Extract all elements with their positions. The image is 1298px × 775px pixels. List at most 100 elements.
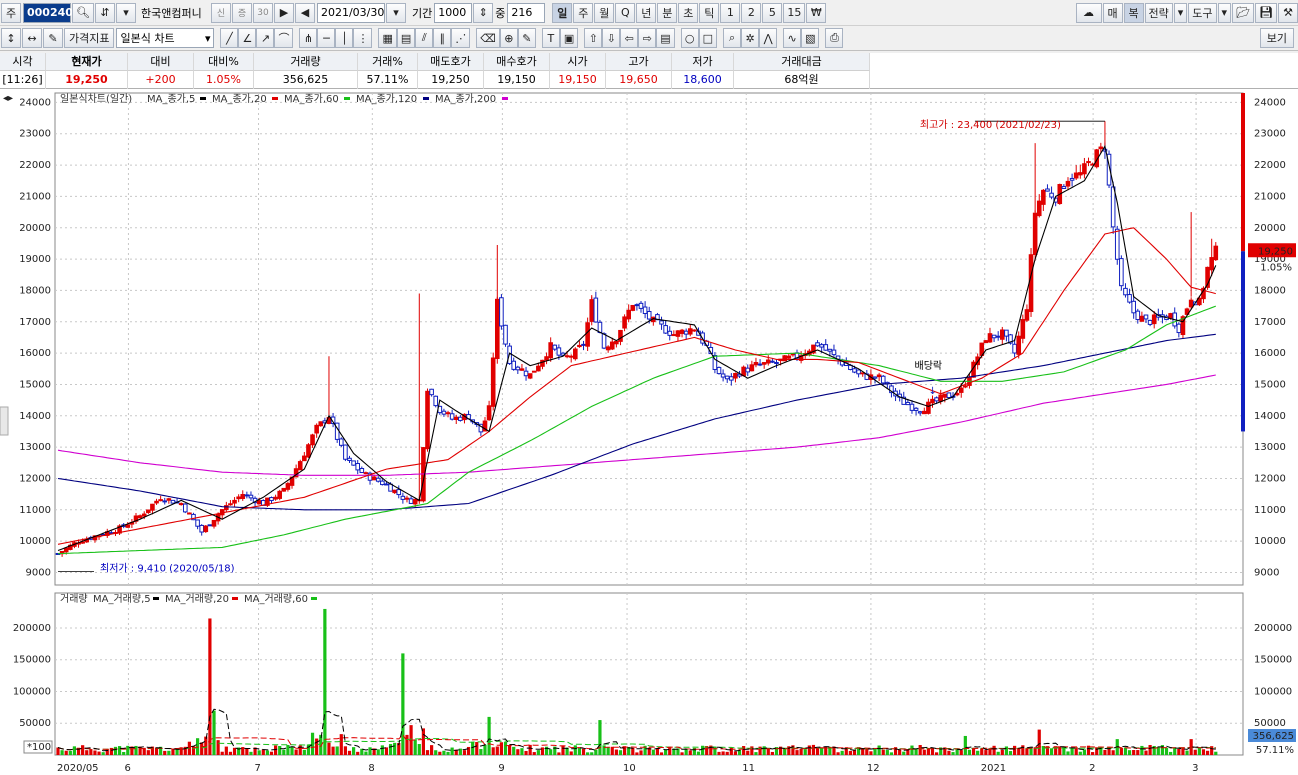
indicator-button[interactable]: 가격지표: [64, 28, 115, 48]
volume-bar: [865, 748, 869, 755]
hline-tool-icon[interactable]: ─: [317, 28, 336, 48]
wrench-icon[interactable]: ⚒: [1278, 2, 1298, 23]
period-button-9[interactable]: 2: [741, 2, 762, 23]
cloud-icon[interactable]: ☁: [1075, 2, 1102, 23]
market-type-button[interactable]: 주: [1, 2, 21, 23]
price-tick-left: 10000: [19, 536, 51, 547]
strategy-button[interactable]: 전략: [1144, 2, 1173, 23]
gann-tool-icon[interactable]: ▤: [396, 28, 416, 48]
arrow-left-tool-icon[interactable]: ⇦: [620, 28, 639, 48]
clipboard-tool-icon[interactable]: ▤: [656, 28, 675, 48]
fib-grid-tool-icon[interactable]: ▦: [378, 28, 397, 48]
candle-body: [942, 393, 948, 398]
period-button-1[interactable]: 주: [573, 2, 594, 23]
price-chart[interactable]: 24000 24000 23000 23000 22000 22000 21000 21000…: [0, 89, 1298, 589]
volume-bar: [499, 742, 504, 755]
volume-bar: [442, 750, 446, 755]
vline-tool-icon[interactable]: │: [335, 28, 354, 48]
candle-body: [1069, 177, 1075, 181]
print-tool-icon[interactable]: ⎙: [825, 28, 844, 48]
period-input[interactable]: 1000: [434, 2, 473, 23]
period-button-11[interactable]: 15: [783, 2, 806, 23]
rect-tool-icon[interactable]: □: [698, 28, 718, 48]
back-icon[interactable]: ◀: [294, 2, 315, 23]
magnet-tool-icon[interactable]: ⊕: [499, 28, 518, 48]
fan-tool-icon[interactable]: ⋰: [451, 28, 471, 48]
volume-tick-right: 50000: [1254, 718, 1286, 729]
view-button[interactable]: 보기: [1259, 28, 1294, 48]
stock-code-input[interactable]: 000240: [23, 2, 73, 23]
volume-bar: [598, 720, 602, 755]
spinner-icon[interactable]: ⇕: [473, 2, 494, 23]
tangent-tool-icon[interactable]: ↗: [256, 28, 275, 48]
eraser-tool-icon[interactable]: ⌫: [476, 28, 500, 48]
period-button-6[interactable]: 초: [678, 2, 699, 23]
period-button-5[interactable]: 분: [657, 2, 678, 23]
volume-bar: [549, 749, 553, 755]
period-button-0[interactable]: 일: [552, 2, 573, 23]
search-icon[interactable]: 🔍︎: [72, 2, 94, 23]
zigzag-tool-icon[interactable]: ⋀: [759, 28, 778, 48]
date-dropdown-icon[interactable]: ▾: [385, 2, 406, 23]
arrow-down-tool-icon[interactable]: ⇩: [602, 28, 621, 48]
volume-tick-left: 150000: [13, 655, 51, 666]
volume-bar: [803, 749, 807, 755]
play-icon[interactable]: ▶: [273, 2, 294, 23]
volume-chart[interactable]: 200000 200000 150000 150000 100000 100000 5000…: [0, 589, 1298, 775]
dropdown-arrow-icon[interactable]: ▾: [115, 2, 136, 23]
period-button-4[interactable]: 년: [636, 2, 657, 23]
strategy-dropdown-icon[interactable]: ▾: [1173, 2, 1188, 23]
volume-bar: [117, 746, 122, 755]
arc-tool-icon[interactable]: ⌒: [274, 28, 294, 48]
chart-area[interactable]: 24000 24000 23000 23000 22000 22000 21000 21000…: [0, 89, 1298, 775]
candle-body: [396, 489, 402, 496]
candle-body: [716, 366, 722, 375]
period-button-8[interactable]: 1: [720, 2, 741, 23]
channel-tool-icon[interactable]: ⫽: [415, 28, 434, 48]
right-button-1[interactable]: 복: [1123, 2, 1144, 23]
right-button-0[interactable]: 매: [1102, 2, 1123, 23]
date-input[interactable]: 2021/03/30: [316, 2, 385, 23]
edit-icon[interactable]: ✎: [43, 28, 63, 48]
volume-bar: [815, 747, 820, 755]
save-icon[interactable]: 💾︎: [1255, 2, 1277, 23]
volume-bar: [1008, 751, 1013, 755]
up-down-icon[interactable]: ↕: [1, 28, 21, 48]
candle-body: [495, 298, 500, 359]
pitchfork-tool-icon[interactable]: ⋔: [299, 28, 318, 48]
mid-input[interactable]: 216: [507, 2, 546, 23]
sort-icon[interactable]: ⇵: [94, 2, 115, 23]
period-button-12[interactable]: ₩: [806, 2, 827, 23]
pencil-tool-icon[interactable]: ✎: [517, 28, 536, 48]
line-tool-icon[interactable]: ╱: [220, 28, 239, 48]
volume-tick-right: 150000: [1254, 655, 1292, 666]
candle-body: [872, 376, 878, 379]
tools-dropdown-icon[interactable]: ▾: [1217, 2, 1232, 23]
period-button-10[interactable]: 5: [762, 2, 783, 23]
zoom-tool-icon[interactable]: ⌕: [723, 28, 742, 48]
calendar-tool-icon[interactable]: ▣: [559, 28, 579, 48]
tools-button[interactable]: 도구: [1188, 2, 1217, 23]
bid-volume-bar: [1241, 251, 1245, 432]
period-button-2[interactable]: 월: [594, 2, 615, 23]
angle-tool-icon[interactable]: ∠: [238, 28, 257, 48]
period-button-7[interactable]: 틱: [699, 2, 720, 23]
parallel-tool-icon[interactable]: ∥: [433, 28, 452, 48]
volume-bar: [466, 746, 471, 755]
period-button-3[interactable]: Q: [615, 2, 636, 23]
text-tool-icon[interactable]: T: [541, 28, 560, 48]
volume-bar: [1148, 744, 1152, 755]
arrow-right-tool-icon[interactable]: ⇨: [638, 28, 657, 48]
volume-bar: [257, 750, 261, 755]
price-tick-left: 15000: [19, 379, 51, 390]
arrow-up-tool-icon[interactable]: ⇧: [584, 28, 603, 48]
palette-tool-icon[interactable]: ▧: [801, 28, 820, 48]
left-right-icon[interactable]: ↔: [22, 28, 42, 48]
wave-tool-icon[interactable]: ∿: [783, 28, 802, 48]
volume-bar: [746, 750, 750, 755]
settings-tool-icon[interactable]: ✲: [741, 28, 760, 48]
chart-type-select[interactable]: 일본식 차트 ▾: [116, 28, 215, 48]
fib-time-tool-icon[interactable]: ⋮: [353, 28, 373, 48]
circle-tool-icon[interactable]: ○: [680, 28, 699, 48]
folder-icon[interactable]: 📂︎: [1232, 2, 1255, 23]
